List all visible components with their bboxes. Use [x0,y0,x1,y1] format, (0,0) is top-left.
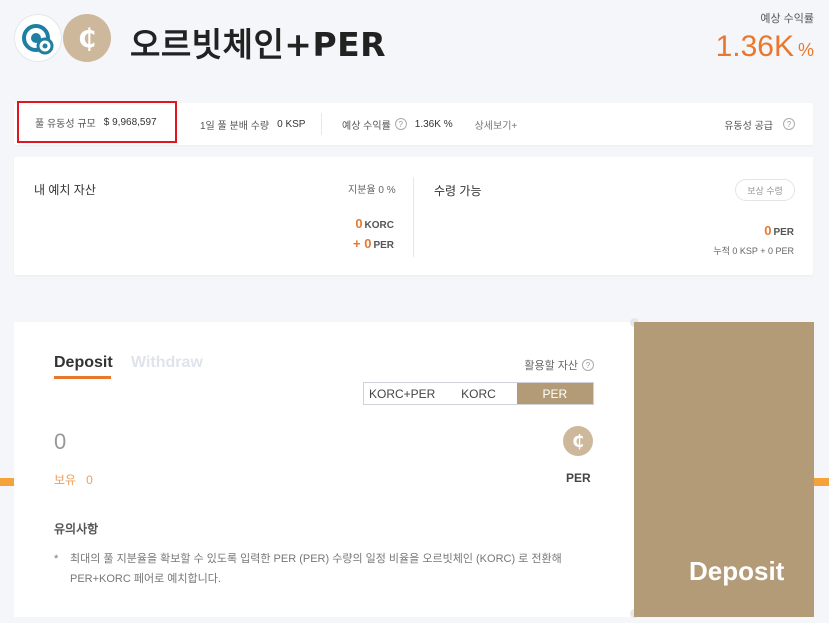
deposit-button[interactable]: Deposit [634,322,814,617]
notice-bullet: * [54,553,59,565]
notice-body: 최대의 풀 지분율을 확보할 수 있도록 입력한 PER (PER) 수량의 일… [70,553,562,585]
my-deposit-card: 내 예치 자산 지분율 0 % 0 KORC + 0 PER 수령 가능 보상 수령… [14,157,813,275]
balance: 보유 0 [54,471,93,488]
detail-link[interactable]: 상세보기+ [475,117,518,132]
accent-line-right [814,478,829,486]
svg-text:₵: ₵ [572,432,584,452]
deposit-button-label[interactable]: Deposit [689,556,784,587]
pool-stats-bar: 풀 유동성 규모 $ 9,968,597 1일 풀 분배 수량 0 KSP 예상… [14,101,813,145]
deposit-amount-input[interactable]: 0 [54,429,66,455]
asset-label-text: 활용할 자산 [524,360,578,372]
per-coin-icon: ₵ [563,426,593,456]
claimable-value: 0 PER [764,223,794,238]
apr-label: 예상 수익률 [760,13,814,25]
expected-apr-label: 예상 수익률 [342,120,391,132]
daily-label: 1일 풀 분배 수량 [200,120,270,132]
segment-korc-per[interactable]: KORC+PER [364,383,440,404]
token-label: PER [566,471,591,485]
claimable-amount: 0 [764,223,772,238]
apr-value: 1.36K% [716,30,814,64]
orbit-chain-icon [14,14,62,62]
pool-header: ₵ 오르빗체인+PER 예상 수익률 1.36K% [0,0,829,95]
accumulated-rewards: 누적 0 KSP + 0 PER [713,246,794,256]
balance-value: 0 [86,473,93,487]
notice-text: * 최대의 풀 지분율을 확보할 수 있도록 입력한 PER (PER) 수량의… [54,549,594,589]
segment-korc[interactable]: KORC [440,383,516,404]
stats-divider [321,113,322,135]
notice-title: 유의사항 [54,522,99,536]
liquidity-stat: 풀 유동성 규모 $ 9,968,597 [17,101,177,143]
per-amount-value: + 0 [353,236,372,251]
help-icon[interactable]: ? [582,359,594,371]
help-icon[interactable]: ? [783,118,795,130]
segment-per[interactable]: PER [516,383,593,404]
daily-value: 0 KSP [277,118,306,130]
claim-reward-button[interactable]: 보상 수령 [735,179,795,201]
tab-withdraw[interactable]: Withdraw [131,354,203,372]
daily-distribution-stat: 1일 풀 분배 수량 0 KSP [200,103,305,145]
expected-apr-value: 1.36K % [414,118,453,130]
share-ratio: 지분율 0 % [348,185,396,196]
claimable-title: 수령 가능 [434,184,482,198]
supply-stat[interactable]: 유동성 공급 ? [724,103,795,145]
asset-segmented-control: KORC+PER KORC PER [363,382,594,405]
korc-amount-value: 0 [355,216,363,231]
claimable-token: PER [773,227,794,238]
active-tab-indicator [54,376,111,379]
liquidity-label: 풀 유동성 규모 [35,118,96,130]
help-icon[interactable]: ? [394,118,407,130]
balance-label: 보유 [54,473,77,487]
tab-deposit[interactable]: Deposit [54,354,113,372]
accent-line-left [0,478,14,486]
apr-number: 1.36K [715,30,794,63]
card-divider [413,177,414,257]
page-title: 오르빗체인+PER [130,25,387,64]
apr-unit: % [797,40,814,60]
expected-apr-stat: 예상 수익률 ? 1.36K % 상세보기+ [342,103,517,145]
per-coin-icon: ₵ [63,14,111,62]
my-deposit-title: 내 예치 자산 [34,183,96,197]
korc-token: KORC [364,220,394,231]
korc-amount: 0 KORC [355,216,394,231]
svg-text:₵: ₵ [78,24,96,54]
liquidity-value: $ 9,968,597 [103,116,157,128]
asset-select-label: 활용할 자산 ? [524,357,594,373]
supply-label[interactable]: 유동성 공급 [724,117,773,132]
deposit-panel: Deposit Withdraw 활용할 자산 ? KORC+PER KORC … [14,322,634,617]
per-token: PER [373,240,394,251]
per-amount: + 0 PER [353,236,394,251]
